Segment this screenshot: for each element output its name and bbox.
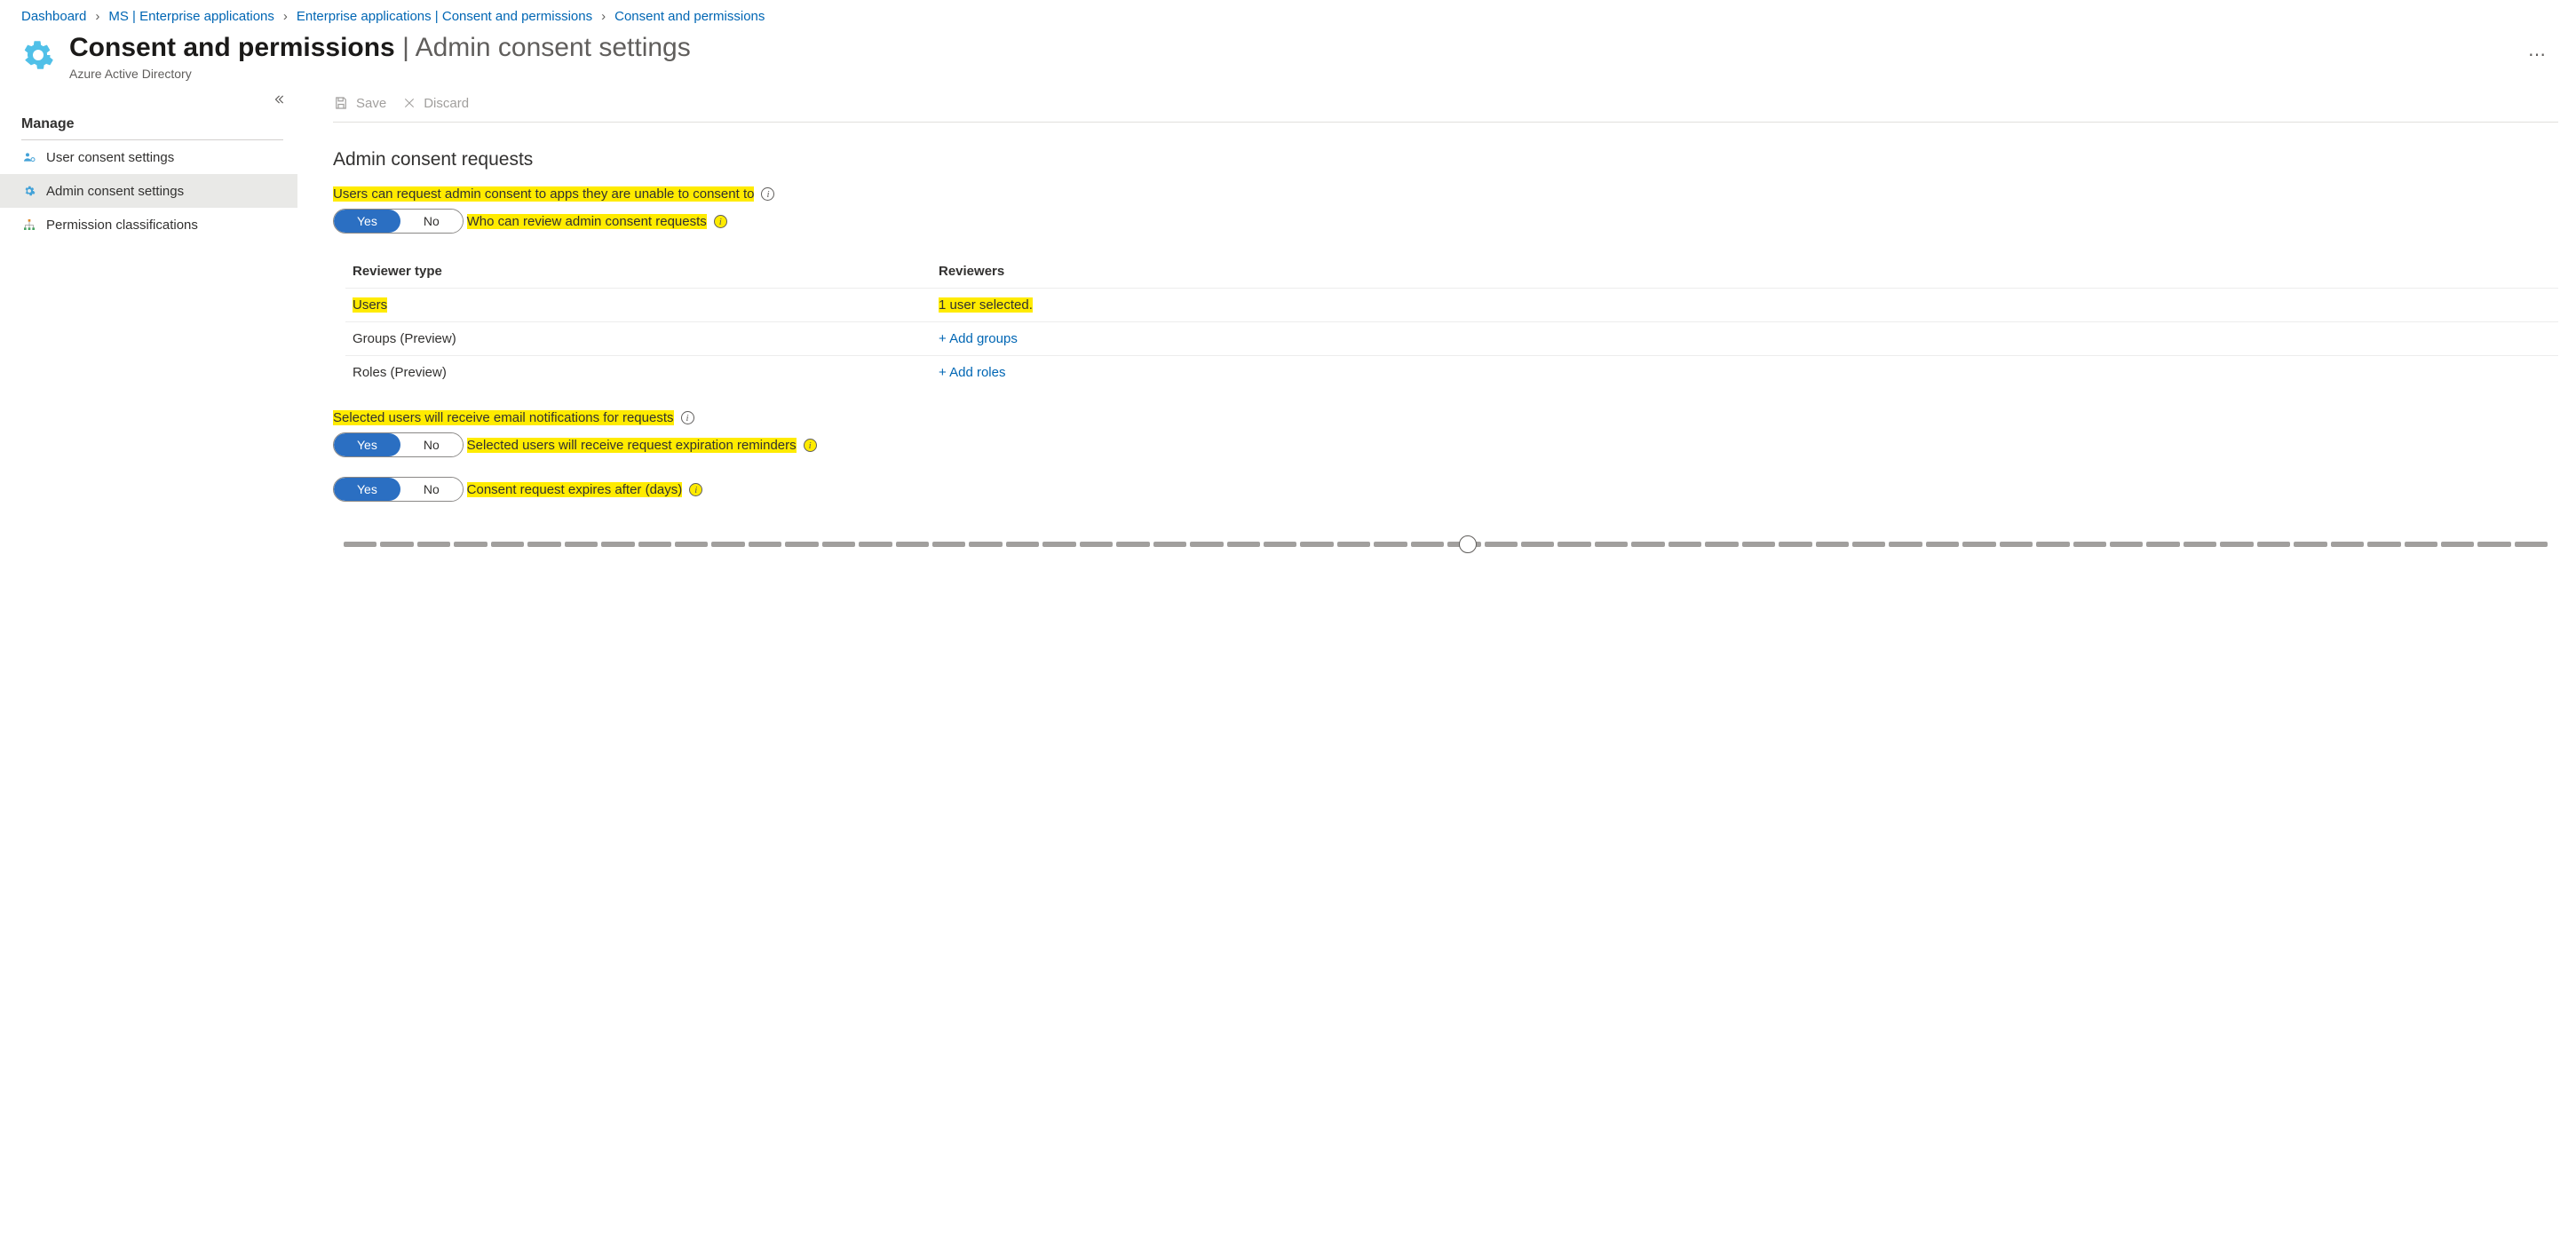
breadcrumb: Dashboard › MS | Enterprise applications… bbox=[0, 0, 2576, 29]
page-header: Consent and permissions | Admin consent … bbox=[0, 29, 2576, 90]
breadcrumb-item-0[interactable]: Dashboard bbox=[21, 9, 86, 24]
col-header-reviewer-type: Reviewer type bbox=[345, 264, 931, 279]
more-actions-button[interactable]: ⋯ bbox=[2521, 40, 2555, 69]
breadcrumb-item-2[interactable]: Enterprise applications | Consent and pe… bbox=[297, 9, 592, 24]
toggle-yes[interactable]: Yes bbox=[334, 210, 400, 233]
toolbar: Save Discard bbox=[333, 90, 2558, 123]
toggle-yes[interactable]: Yes bbox=[334, 478, 400, 501]
table-row[interactable]: Users 1 user selected. bbox=[345, 288, 2558, 321]
cell-reviewer-type: Roles (Preview) bbox=[353, 365, 447, 380]
section-title: Admin consent requests bbox=[333, 149, 2558, 170]
people-gear-icon bbox=[21, 149, 37, 165]
setting-label-who-can-review: Who can review admin consent requests bbox=[467, 214, 707, 229]
sidebar-item-user-consent-settings[interactable]: User consent settings bbox=[0, 140, 297, 174]
expires-after-days-slider[interactable] bbox=[333, 534, 2558, 555]
sidebar-item-label: User consent settings bbox=[46, 150, 174, 165]
toggle-expiration-reminders[interactable]: Yes No bbox=[333, 477, 464, 502]
sidebar: Manage User consent settings Admin conse… bbox=[0, 90, 297, 242]
sidebar-item-label: Admin consent settings bbox=[46, 184, 184, 199]
collapse-sidebar-button[interactable] bbox=[269, 90, 289, 112]
info-icon[interactable]: i bbox=[681, 411, 694, 424]
sidebar-item-permission-classifications[interactable]: Permission classifications bbox=[0, 208, 297, 242]
page-title-sep: | bbox=[395, 33, 416, 62]
add-groups-link[interactable]: + Add groups bbox=[939, 331, 1018, 346]
slider-track bbox=[344, 542, 2548, 547]
info-icon[interactable]: i bbox=[689, 483, 702, 496]
sidebar-group-manage: Manage bbox=[21, 90, 283, 140]
reviewer-table: Reviewer type Reviewers Users 1 user sel… bbox=[345, 258, 2558, 389]
save-button-label: Save bbox=[356, 96, 386, 111]
breadcrumb-item-1[interactable]: MS | Enterprise applications bbox=[108, 9, 273, 24]
add-roles-link[interactable]: + Add roles bbox=[939, 365, 1005, 380]
setting-label-expiration-reminders: Selected users will receive request expi… bbox=[467, 438, 797, 453]
chevron-right-icon: › bbox=[601, 9, 606, 24]
setting-label-expires-after-days: Consent request expires after (days) bbox=[467, 482, 683, 497]
col-header-reviewers: Reviewers bbox=[931, 264, 2558, 279]
discard-button-label: Discard bbox=[424, 96, 469, 111]
info-icon[interactable]: i bbox=[804, 439, 817, 452]
setting-label-request-admin-consent: Users can request admin consent to apps … bbox=[333, 186, 754, 202]
cell-reviewer-type: Groups (Preview) bbox=[353, 331, 456, 346]
toggle-email-notifications[interactable]: Yes No bbox=[333, 432, 464, 457]
page-title-strong: Consent and permissions bbox=[69, 33, 395, 62]
info-icon[interactable]: i bbox=[761, 187, 774, 201]
toggle-yes[interactable]: Yes bbox=[334, 433, 400, 456]
page-title-sub: Admin consent settings bbox=[416, 33, 691, 62]
toggle-request-admin-consent[interactable]: Yes No bbox=[333, 209, 464, 234]
chevron-right-icon: › bbox=[95, 9, 99, 24]
gear-icon bbox=[21, 38, 55, 72]
hierarchy-icon bbox=[21, 217, 37, 233]
gear-icon bbox=[21, 183, 37, 199]
toggle-no[interactable]: No bbox=[400, 210, 463, 233]
info-icon[interactable]: i bbox=[714, 215, 727, 228]
product-name: Azure Active Directory bbox=[69, 67, 2471, 81]
save-button[interactable]: Save bbox=[333, 95, 386, 111]
cell-reviewers: 1 user selected. bbox=[939, 297, 1033, 313]
cell-reviewer-type: Users bbox=[353, 297, 387, 313]
toggle-no[interactable]: No bbox=[400, 478, 463, 501]
setting-label-email-notifications: Selected users will receive email notifi… bbox=[333, 410, 674, 425]
table-row[interactable]: Roles (Preview) + Add roles bbox=[345, 355, 2558, 389]
main-content: Save Discard Admin consent requests User… bbox=[297, 90, 2576, 555]
table-row[interactable]: Groups (Preview) + Add groups bbox=[345, 321, 2558, 355]
discard-button[interactable]: Discard bbox=[402, 96, 469, 111]
sidebar-item-label: Permission classifications bbox=[46, 218, 198, 233]
slider-thumb[interactable] bbox=[1459, 535, 1477, 553]
sidebar-item-admin-consent-settings[interactable]: Admin consent settings bbox=[0, 174, 297, 208]
toggle-no[interactable]: No bbox=[400, 433, 463, 456]
chevron-right-icon: › bbox=[283, 9, 288, 24]
breadcrumb-item-3[interactable]: Consent and permissions bbox=[614, 9, 765, 24]
